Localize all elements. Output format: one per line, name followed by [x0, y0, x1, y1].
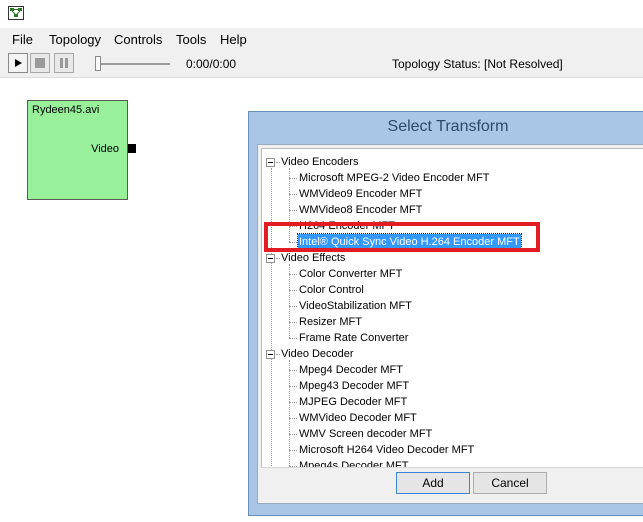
tree-item[interactable]: Color Converter MFT — [298, 266, 403, 282]
tree-item-label: Microsoft H264 Video Decoder MFT — [299, 444, 475, 456]
pause-button[interactable] — [54, 53, 74, 73]
cancel-button[interactable]: Cancel — [473, 472, 547, 494]
tree-item-label: WMV Screen decoder MFT — [299, 428, 433, 440]
menu-bar: File Topology Controls Tools Help — [0, 28, 643, 50]
tree-item[interactable]: WMVideo Decoder MFT — [298, 410, 418, 426]
tree-connector — [289, 210, 297, 211]
tree-item-label: WMVideo Decoder MFT — [299, 412, 417, 424]
tree-item-label: VideoStabilization MFT — [299, 300, 412, 312]
topology-status: Topology Status: [Not Resolved] — [392, 57, 563, 71]
tree-item[interactable]: Resizer MFT — [298, 314, 363, 330]
tree-item-label: WMVideo9 Encoder MFT — [299, 188, 423, 200]
app-icon — [8, 6, 24, 20]
tree-item-label: Color Control — [299, 284, 364, 296]
transform-tree[interactable]: Video Encoders Microsoft MPEG-2 Video Enc… — [261, 148, 643, 468]
tree-connector — [289, 418, 297, 419]
play-icon — [15, 59, 22, 67]
node-title: Rydeen45.avi — [32, 104, 100, 116]
highlight-box — [264, 222, 540, 252]
menu-file[interactable]: File — [12, 32, 33, 47]
seek-slider-thumb[interactable] — [95, 56, 101, 71]
time-display: 0:00/0:00 — [186, 57, 237, 71]
expander-icon[interactable] — [266, 254, 275, 263]
output-pin[interactable] — [128, 144, 136, 153]
tree-item[interactable]: Mpeg43 Decoder MFT — [298, 378, 410, 394]
tree-item[interactable]: Microsoft H264 Video Decoder MFT — [298, 442, 475, 458]
tree-item-label: Microsoft MPEG-2 Video Encoder MFT — [299, 172, 490, 184]
menu-tools[interactable]: Tools — [176, 32, 206, 47]
tree-group-label: Video Encoders — [281, 156, 359, 168]
tree-item-label: Resizer MFT — [299, 316, 362, 328]
menu-topology[interactable]: Topology — [49, 32, 101, 47]
tree-item[interactable]: VideoStabilization MFT — [298, 298, 413, 314]
tree-item[interactable]: WMVideo8 Encoder MFT — [298, 202, 423, 218]
tree-item[interactable]: MJPEG Decoder MFT — [298, 394, 408, 410]
source-node[interactable]: Rydeen45.avi Video — [27, 100, 128, 200]
tree-connector — [289, 402, 297, 403]
tree-connector — [289, 434, 297, 435]
tree-item[interactable]: Mpeg4s Decoder MFT — [298, 458, 409, 468]
tree-connector — [289, 194, 297, 195]
tree-item-label: Mpeg4s Decoder MFT — [299, 460, 409, 468]
tree-group[interactable]: Video Encoders — [280, 154, 359, 170]
expander-icon[interactable] — [266, 350, 275, 359]
node-output-label: Video — [91, 143, 119, 155]
tree-item-label: MJPEG Decoder MFT — [299, 396, 408, 408]
tree-connector — [289, 450, 297, 451]
tree-connector — [271, 168, 272, 467]
tree-connector — [289, 370, 297, 371]
stop-button[interactable] — [30, 53, 50, 73]
tree-item[interactable]: Color Control — [298, 282, 365, 298]
tree-item-label: Frame Rate Converter — [299, 332, 409, 344]
tree-group[interactable]: Video Decoder — [280, 346, 355, 362]
tree-item-label: Mpeg4 Decoder MFT — [299, 364, 403, 376]
tree-item-label: Mpeg43 Decoder MFT — [299, 380, 410, 392]
select-transform-dialog: Select Transform Video Encoders Microsoft… — [248, 111, 643, 516]
tree-connector — [289, 274, 297, 275]
tree-item[interactable]: Mpeg4 Decoder MFT — [298, 362, 404, 378]
tree-connector — [289, 322, 297, 323]
tree-item[interactable]: WMVideo9 Encoder MFT — [298, 186, 423, 202]
stop-icon — [35, 58, 45, 68]
dialog-title: Select Transform — [387, 118, 509, 135]
tree-connector — [289, 264, 290, 338]
pause-icon — [60, 58, 68, 68]
tree-item-label: WMVideo8 Encoder MFT — [299, 204, 423, 216]
tree-item[interactable]: WMV Screen decoder MFT — [298, 426, 433, 442]
menu-controls[interactable]: Controls — [114, 32, 162, 47]
seek-track[interactable] — [100, 63, 170, 65]
play-button[interactable] — [8, 53, 28, 73]
dialog-body: Video Encoders Microsoft MPEG-2 Video Enc… — [257, 144, 643, 504]
menu-help[interactable]: Help — [220, 32, 247, 47]
expander-icon[interactable] — [266, 158, 275, 167]
add-button[interactable]: Add — [396, 472, 470, 494]
tree-connector — [289, 338, 297, 339]
tree-group-label: Video Decoder — [281, 348, 354, 360]
title-bar — [0, 0, 643, 28]
tree-item[interactable]: Frame Rate Converter — [298, 330, 409, 346]
tree-connector — [289, 466, 297, 467]
toolbar: 0:00/0:00 Topology Status: [Not Resolved… — [0, 50, 643, 78]
tree-item-label: Color Converter MFT — [299, 268, 403, 280]
tree-connector — [289, 306, 297, 307]
tree-connector — [289, 178, 297, 179]
tree-item[interactable]: Microsoft MPEG-2 Video Encoder MFT — [298, 170, 491, 186]
tree-connector — [289, 386, 297, 387]
tree-connector — [289, 360, 290, 466]
tree-connector — [289, 290, 297, 291]
